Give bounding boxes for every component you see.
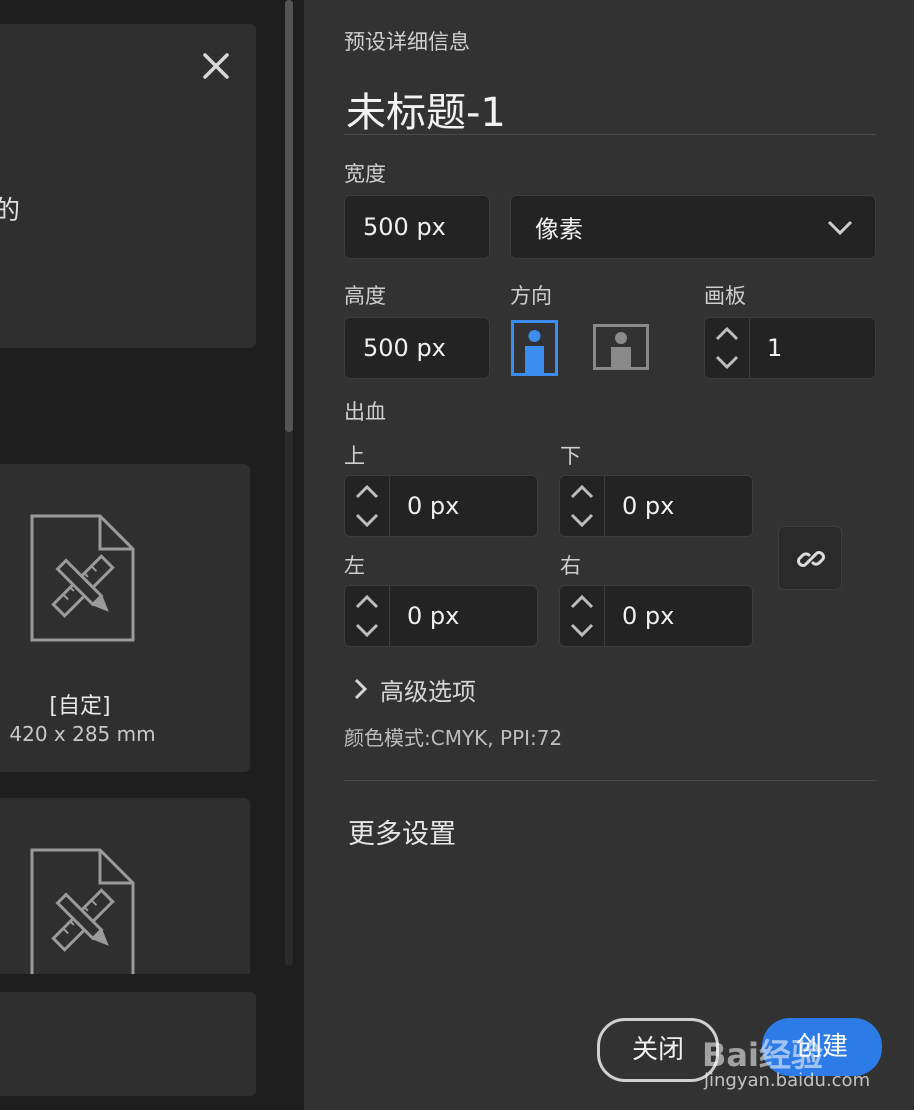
close-icon[interactable] [202, 52, 230, 80]
bottom-card [0, 992, 256, 1096]
preset-card-custom[interactable]: [自定] 420 x 285 mm [0, 464, 250, 772]
preset-card-size: 420 x 285 mm [9, 722, 156, 746]
artboard-value: 1 [767, 334, 783, 362]
chevron-down-icon[interactable] [570, 622, 594, 638]
chevron-down-icon[interactable] [355, 622, 379, 638]
preset-info-text: 的 [0, 196, 21, 226]
width-label: 宽度 [344, 162, 386, 186]
bleed-right-stepper[interactable]: 0 px [559, 585, 753, 647]
unit-value: 像素 [535, 215, 583, 244]
height-value: 500 px [363, 334, 446, 362]
name-underline [344, 134, 876, 135]
preset-info-card: 的 [0, 24, 256, 348]
bleed-bottom-value: 0 px [622, 492, 675, 520]
scrollbar-thumb[interactable] [285, 0, 293, 432]
advanced-options-label: 高级选项 [380, 678, 476, 706]
bleed-label: 出血 [344, 400, 386, 424]
color-mode-info: 颜色模式:CMYK, PPI:72 [344, 726, 563, 750]
watermark-url: jingyan.baidu.com [704, 1070, 871, 1091]
width-value: 500 px [363, 213, 446, 241]
height-label: 高度 [344, 284, 386, 308]
artboard-stepper[interactable]: 1 [704, 317, 876, 379]
chevron-up-icon[interactable] [355, 484, 379, 500]
width-input[interactable]: 500 px [344, 195, 490, 259]
artboard-label: 画板 [704, 284, 746, 308]
chevron-up-icon[interactable] [570, 594, 594, 610]
link-bleed-button[interactable] [778, 526, 842, 590]
section-title: 预设详细信息 [344, 30, 470, 54]
preset-card-name: [自定] [49, 694, 111, 719]
landscape-orientation-icon[interactable] [593, 324, 649, 370]
document-name-input[interactable]: 未标题-1 [346, 80, 506, 138]
bleed-bottom-stepper-buttons[interactable] [560, 476, 605, 536]
bleed-right-value: 0 px [622, 602, 675, 630]
chevron-down-icon[interactable] [570, 512, 594, 528]
close-button[interactable]: 关闭 [597, 1018, 719, 1082]
bleed-top-stepper[interactable]: 0 px [344, 475, 538, 537]
more-settings-button[interactable]: 更多设置 [348, 812, 456, 851]
chevron-down-icon[interactable] [355, 512, 379, 528]
document-pencil-ruler-icon [30, 848, 135, 974]
bleed-bottom-label: 下 [560, 444, 581, 468]
preset-details-panel: 预设详细信息 未标题-1 宽度 500 px 像素 高度 500 px 方向 画… [304, 0, 914, 1110]
bleed-left-stepper[interactable]: 0 px [344, 585, 538, 647]
bleed-right-stepper-buttons[interactable] [560, 586, 605, 646]
bleed-top-value: 0 px [407, 492, 460, 520]
bleed-top-label: 上 [344, 444, 365, 468]
chevron-up-icon[interactable] [715, 326, 739, 342]
chevron-down-icon[interactable] [715, 354, 739, 370]
portrait-orientation-icon[interactable] [511, 320, 558, 376]
artboard-stepper-buttons[interactable] [705, 318, 750, 378]
document-pencil-ruler-icon [30, 514, 135, 642]
chevron-right-icon [354, 678, 368, 700]
chevron-up-icon[interactable] [355, 594, 379, 610]
chevron-down-icon [827, 220, 853, 236]
bleed-bottom-stepper[interactable]: 0 px [559, 475, 753, 537]
section-divider [344, 780, 876, 781]
orientation-label: 方向 [510, 284, 552, 308]
bleed-right-label: 右 [560, 554, 581, 578]
close-button-label: 关闭 [631, 1035, 684, 1065]
preset-card-partial[interactable] [0, 798, 250, 974]
unit-select[interactable]: 像素 [510, 195, 876, 259]
bleed-left-value: 0 px [407, 602, 460, 630]
chevron-up-icon[interactable] [570, 484, 594, 500]
bleed-left-label: 左 [344, 554, 365, 578]
bleed-top-stepper-buttons[interactable] [345, 476, 390, 536]
preset-browser-panel: 的 [自定] 420 x 285 mm [0, 0, 304, 1110]
bleed-left-stepper-buttons[interactable] [345, 586, 390, 646]
height-input[interactable]: 500 px [344, 317, 490, 379]
link-icon [797, 551, 825, 567]
